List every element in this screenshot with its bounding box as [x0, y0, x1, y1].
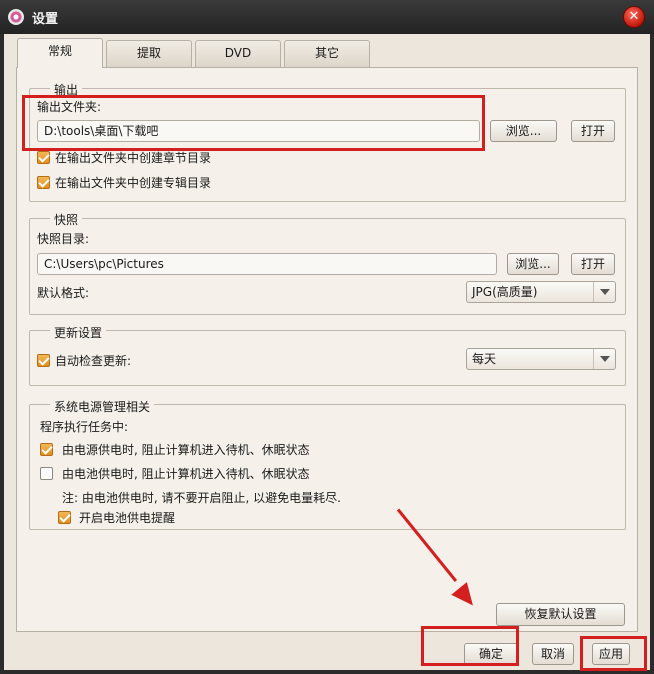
battery-note: 注: 由电池供电时, 请不要开启阻止, 以避免电量耗尽. — [62, 491, 341, 505]
battery-power-checkbox[interactable] — [40, 467, 53, 480]
tab-general[interactable]: 常规 — [17, 38, 103, 68]
default-format-select[interactable]: JPG(高质量) — [466, 281, 616, 303]
tab-dvd[interactable]: DVD — [195, 40, 281, 67]
battery-reminder-label: 开启电池供电提醒 — [79, 511, 176, 525]
snapshot-browse-button[interactable]: 浏览... — [507, 253, 559, 275]
snapshot-dir-input[interactable]: C:\Users\pc\Pictures — [37, 253, 497, 275]
output-browse-button[interactable]: 浏览... — [490, 120, 557, 142]
battery-reminder-checkbox[interactable] — [58, 511, 71, 524]
default-format-value: JPG(高质量) — [472, 285, 538, 299]
default-format-label: 默认格式: — [37, 286, 90, 300]
power-intro: 程序执行任务中: — [40, 420, 129, 434]
ac-power-checkbox[interactable] — [40, 443, 53, 456]
snapshot-open-button[interactable]: 打开 — [571, 253, 615, 275]
update-frequency-select[interactable]: 每天 — [466, 348, 616, 370]
album-dir-label: 在输出文件夹中创建专辑目录 — [55, 176, 212, 190]
power-legend: 系统电源管理相关 — [50, 398, 155, 415]
tab-other[interactable]: 其它 — [284, 40, 370, 67]
ac-power-label: 由电源供电时, 阻止计算机进入待机、休眠状态 — [62, 443, 310, 457]
output-open-button[interactable]: 打开 — [571, 120, 615, 142]
tab-extract[interactable]: 提取 — [106, 40, 192, 67]
update-legend: 更新设置 — [50, 324, 107, 341]
update-frequency-value: 每天 — [472, 352, 497, 366]
snapshot-dir-label: 快照目录: — [37, 232, 90, 246]
cancel-button[interactable]: 取消 — [532, 643, 574, 665]
annotation-box-output-folder — [22, 95, 485, 151]
album-dir-checkbox[interactable] — [37, 176, 50, 189]
disc-app-icon — [8, 9, 24, 25]
snapshot-legend: 快照 — [50, 211, 83, 228]
auto-update-checkbox[interactable] — [37, 354, 50, 367]
battery-power-label: 由电池供电时, 阻止计算机进入待机、休眠状态 — [62, 467, 310, 481]
chevron-down-icon — [593, 349, 615, 369]
chevron-down-icon — [593, 282, 615, 302]
chapter-dir-checkbox[interactable] — [37, 151, 50, 164]
auto-update-label: 自动检查更新: — [55, 354, 132, 368]
window-title: 设置 — [32, 12, 59, 27]
title-bar — [0, 0, 654, 34]
chapter-dir-label: 在输出文件夹中创建章节目录 — [55, 151, 212, 165]
close-button[interactable]: ✕ — [623, 6, 645, 28]
annotation-box-apply — [580, 636, 647, 671]
restore-defaults-button[interactable]: 恢复默认设置 — [496, 603, 625, 626]
annotation-box-ok — [421, 626, 519, 666]
